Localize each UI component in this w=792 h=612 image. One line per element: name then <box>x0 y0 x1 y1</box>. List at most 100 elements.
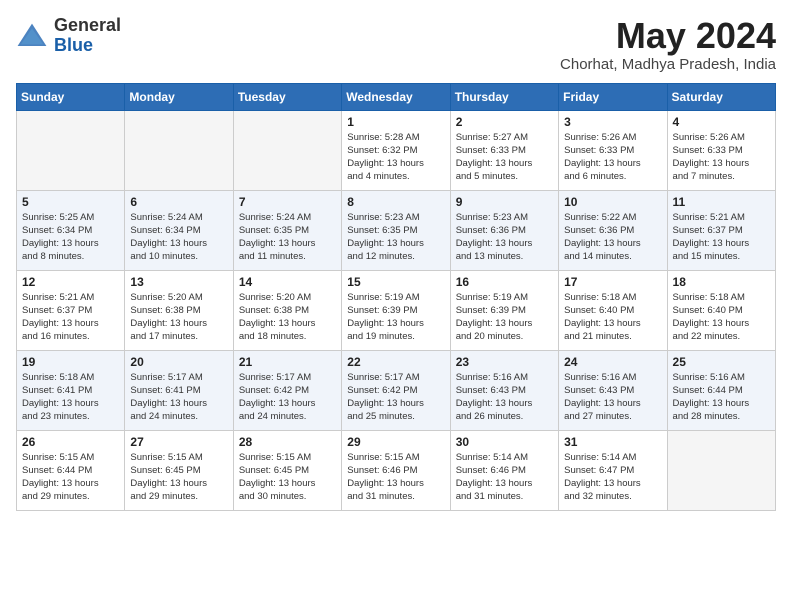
calendar-cell <box>125 110 233 190</box>
calendar-week-row: 26Sunrise: 5:15 AMSunset: 6:44 PMDayligh… <box>17 430 776 510</box>
day-number: 30 <box>456 435 553 449</box>
calendar-week-row: 1Sunrise: 5:28 AMSunset: 6:32 PMDaylight… <box>17 110 776 190</box>
weekday-tuesday: Tuesday <box>233 83 341 110</box>
day-number: 26 <box>22 435 119 449</box>
day-number: 23 <box>456 355 553 369</box>
title-block: May 2024 Chorhat, Madhya Pradesh, India <box>560 16 776 73</box>
calendar-cell: 14 Sunrise: 5:20 AMSunset: 6:38 PMDayligh… <box>233 270 341 350</box>
calendar-cell: 18Sunrise: 5:18 AMSunset: 6:40 PMDayligh… <box>667 270 775 350</box>
calendar-cell: 5 Sunrise: 5:25 AMSunset: 6:34 PMDaylight… <box>17 190 125 270</box>
calendar-week-row: 12 Sunrise: 5:21 AMSunset: 6:37 PMDayligh… <box>17 270 776 350</box>
calendar-cell: 16Sunrise: 5:19 AMSunset: 6:39 PMDayligh… <box>450 270 558 350</box>
day-info: Sunrise: 5:16 AMSunset: 6:43 PMDaylight:… <box>456 371 553 424</box>
calendar-cell: 24 Sunrise: 5:16 AMSunset: 6:43 PMDayligh… <box>559 350 667 430</box>
calendar-cell: 1Sunrise: 5:28 AMSunset: 6:32 PMDaylight… <box>342 110 450 190</box>
day-info: Sunrise: 5:27 AMSunset: 6:33 PMDaylight:… <box>456 131 553 184</box>
day-info: Sunrise: 5:14 AMSunset: 6:46 PMDaylight:… <box>456 451 553 504</box>
calendar-cell: 4 Sunrise: 5:26 AMSunset: 6:33 PMDaylight… <box>667 110 775 190</box>
calendar-cell: 2Sunrise: 5:27 AMSunset: 6:33 PMDaylight… <box>450 110 558 190</box>
logo: General Blue <box>16 16 121 56</box>
calendar-cell: 26Sunrise: 5:15 AMSunset: 6:44 PMDayligh… <box>17 430 125 510</box>
day-number: 20 <box>130 355 227 369</box>
day-number: 5 <box>22 195 119 209</box>
day-number: 10 <box>564 195 661 209</box>
day-info: Sunrise: 5:26 AMSunset: 6:33 PMDaylight:… <box>673 131 770 184</box>
weekday-friday: Friday <box>559 83 667 110</box>
calendar-cell: 29 Sunrise: 5:15 AMSunset: 6:46 PMDayligh… <box>342 430 450 510</box>
day-number: 6 <box>130 195 227 209</box>
calendar-table: SundayMondayTuesdayWednesdayThursdayFrid… <box>16 83 776 511</box>
day-info: Sunrise: 5:16 AMSunset: 6:43 PMDaylight:… <box>564 371 661 424</box>
day-number: 11 <box>673 195 770 209</box>
calendar-cell <box>233 110 341 190</box>
calendar-cell: 6 Sunrise: 5:24 AMSunset: 6:34 PMDaylight… <box>125 190 233 270</box>
calendar-cell: 19 Sunrise: 5:18 AMSunset: 6:41 PMDayligh… <box>17 350 125 430</box>
page-header: General Blue May 2024 Chorhat, Madhya Pr… <box>16 16 776 73</box>
weekday-thursday: Thursday <box>450 83 558 110</box>
day-number: 1 <box>347 115 444 129</box>
calendar-cell: 27 Sunrise: 5:15 AMSunset: 6:45 PMDayligh… <box>125 430 233 510</box>
calendar-week-row: 5 Sunrise: 5:25 AMSunset: 6:34 PMDaylight… <box>17 190 776 270</box>
day-number: 7 <box>239 195 336 209</box>
calendar-cell: 8Sunrise: 5:23 AMSunset: 6:35 PMDaylight… <box>342 190 450 270</box>
calendar-cell <box>17 110 125 190</box>
day-info: Sunrise: 5:21 AMSunset: 6:37 PMDaylight:… <box>673 211 770 264</box>
calendar-cell: 13 Sunrise: 5:20 AMSunset: 6:38 PMDayligh… <box>125 270 233 350</box>
day-number: 3 <box>564 115 661 129</box>
day-info: Sunrise: 5:24 AMSunset: 6:34 PMDaylight:… <box>130 211 227 264</box>
day-info: Sunrise: 5:15 AMSunset: 6:45 PMDaylight:… <box>130 451 227 504</box>
day-info: Sunrise: 5:20 AMSunset: 6:38 PMDaylight:… <box>130 291 227 344</box>
calendar-cell: 30 Sunrise: 5:14 AMSunset: 6:46 PMDayligh… <box>450 430 558 510</box>
day-number: 12 <box>22 275 119 289</box>
calendar-week-row: 19 Sunrise: 5:18 AMSunset: 6:41 PMDayligh… <box>17 350 776 430</box>
calendar-cell: 9Sunrise: 5:23 AMSunset: 6:36 PMDaylight… <box>450 190 558 270</box>
day-info: Sunrise: 5:17 AMSunset: 6:42 PMDaylight:… <box>239 371 336 424</box>
day-number: 13 <box>130 275 227 289</box>
day-info: Sunrise: 5:19 AMSunset: 6:39 PMDaylight:… <box>456 291 553 344</box>
day-number: 24 <box>564 355 661 369</box>
calendar-cell: 21Sunrise: 5:17 AMSunset: 6:42 PMDayligh… <box>233 350 341 430</box>
day-number: 4 <box>673 115 770 129</box>
calendar-cell: 22 Sunrise: 5:17 AMSunset: 6:42 PMDayligh… <box>342 350 450 430</box>
calendar-cell: 23 Sunrise: 5:16 AMSunset: 6:43 PMDayligh… <box>450 350 558 430</box>
weekday-header-row: SundayMondayTuesdayWednesdayThursdayFrid… <box>17 83 776 110</box>
day-info: Sunrise: 5:24 AMSunset: 6:35 PMDaylight:… <box>239 211 336 264</box>
calendar-cell: 12 Sunrise: 5:21 AMSunset: 6:37 PMDayligh… <box>17 270 125 350</box>
day-number: 31 <box>564 435 661 449</box>
weekday-sunday: Sunday <box>17 83 125 110</box>
day-number: 19 <box>22 355 119 369</box>
day-number: 22 <box>347 355 444 369</box>
day-number: 29 <box>347 435 444 449</box>
logo-icon <box>16 22 48 50</box>
day-info: Sunrise: 5:18 AMSunset: 6:41 PMDaylight:… <box>22 371 119 424</box>
day-info: Sunrise: 5:26 AMSunset: 6:33 PMDaylight:… <box>564 131 661 184</box>
day-info: Sunrise: 5:20 AMSunset: 6:38 PMDaylight:… <box>239 291 336 344</box>
calendar-cell: 3 Sunrise: 5:26 AMSunset: 6:33 PMDaylight… <box>559 110 667 190</box>
calendar-cell: 7 Sunrise: 5:24 AMSunset: 6:35 PMDaylight… <box>233 190 341 270</box>
day-number: 17 <box>564 275 661 289</box>
calendar-cell: 28Sunrise: 5:15 AMSunset: 6:45 PMDayligh… <box>233 430 341 510</box>
calendar-cell: 20Sunrise: 5:17 AMSunset: 6:41 PMDayligh… <box>125 350 233 430</box>
day-info: Sunrise: 5:17 AMSunset: 6:42 PMDaylight:… <box>347 371 444 424</box>
calendar-cell: 15Sunrise: 5:19 AMSunset: 6:39 PMDayligh… <box>342 270 450 350</box>
day-info: Sunrise: 5:23 AMSunset: 6:36 PMDaylight:… <box>456 211 553 264</box>
day-info: Sunrise: 5:16 AMSunset: 6:44 PMDaylight:… <box>673 371 770 424</box>
month-year: May 2024 <box>560 16 776 56</box>
day-info: Sunrise: 5:21 AMSunset: 6:37 PMDaylight:… <box>22 291 119 344</box>
day-info: Sunrise: 5:25 AMSunset: 6:34 PMDaylight:… <box>22 211 119 264</box>
day-number: 14 <box>239 275 336 289</box>
day-number: 27 <box>130 435 227 449</box>
day-info: Sunrise: 5:18 AMSunset: 6:40 PMDaylight:… <box>673 291 770 344</box>
calendar-cell: 17 Sunrise: 5:18 AMSunset: 6:40 PMDayligh… <box>559 270 667 350</box>
calendar-cell: 11 Sunrise: 5:21 AMSunset: 6:37 PMDayligh… <box>667 190 775 270</box>
weekday-saturday: Saturday <box>667 83 775 110</box>
day-info: Sunrise: 5:18 AMSunset: 6:40 PMDaylight:… <box>564 291 661 344</box>
day-info: Sunrise: 5:14 AMSunset: 6:47 PMDaylight:… <box>564 451 661 504</box>
day-number: 25 <box>673 355 770 369</box>
location: Chorhat, Madhya Pradesh, India <box>560 56 776 73</box>
calendar-cell <box>667 430 775 510</box>
day-info: Sunrise: 5:15 AMSunset: 6:46 PMDaylight:… <box>347 451 444 504</box>
calendar-cell: 10Sunrise: 5:22 AMSunset: 6:36 PMDayligh… <box>559 190 667 270</box>
weekday-wednesday: Wednesday <box>342 83 450 110</box>
day-number: 28 <box>239 435 336 449</box>
